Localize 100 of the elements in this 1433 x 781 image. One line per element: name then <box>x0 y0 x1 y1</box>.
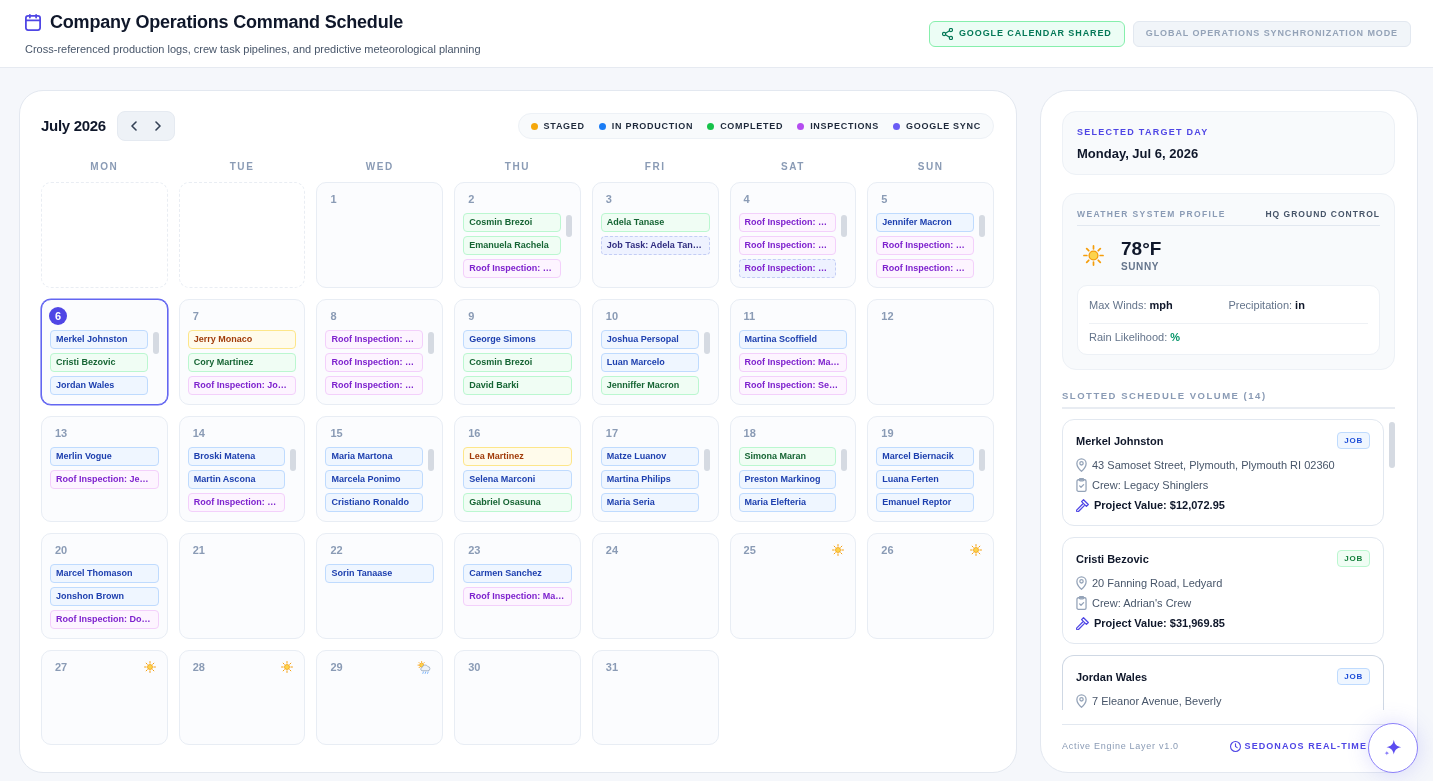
event-chip[interactable]: Preston Markinog <box>738 470 837 489</box>
event-chip[interactable]: Roof Inspection: Ma… <box>738 353 848 372</box>
scrollbar[interactable] <box>841 215 848 237</box>
event-chip[interactable]: Roof Inspection: … <box>325 330 424 349</box>
day-cell[interactable]: 22 Sorin Tanaase <box>316 533 444 639</box>
event-chip[interactable]: Maria Elefteria <box>738 493 837 512</box>
day-number: 25 <box>743 543 756 558</box>
event-chip[interactable]: Gabriel Osasuna <box>463 493 572 512</box>
scrollbar[interactable] <box>1389 422 1395 468</box>
job-card[interactable]: Jordan Wales JOB 7 Eleanor Avenue, Beverly <box>1062 655 1384 710</box>
stat-label: Rain Likelihood: <box>1089 330 1168 344</box>
event-chip[interactable]: Martina Scoffield <box>738 330 848 349</box>
day-cell[interactable]: 18 Simona Maran Preston Markinog Maria Elefteria <box>729 416 857 522</box>
event-chip[interactable]: Roof Inspection: … <box>187 493 286 512</box>
event-chip[interactable]: Jerry Monaco <box>187 330 297 349</box>
event-chip[interactable]: Marcel Biernacik <box>876 447 974 466</box>
event-chip[interactable]: Simona Maran <box>738 447 837 466</box>
event-chip[interactable]: Cory Martinez <box>187 353 297 372</box>
event-chip[interactable]: Emanuela Rachela <box>463 236 561 255</box>
event-chip[interactable]: Emanuel Reptor <box>876 493 974 512</box>
day-cell[interactable]: 6 Merkel Johnston Cristi Bezovic Jordan Wales <box>41 299 168 405</box>
event-chip[interactable]: Cristi Bezovic <box>50 353 148 372</box>
event-chip[interactable]: Jonshon Brown <box>50 587 159 606</box>
event-chip[interactable]: George Simons <box>463 330 572 349</box>
day-cell[interactable]: 17 Matze Luanov Martina Philips Maria Seria <box>591 416 719 522</box>
event-chip[interactable]: Matze Luanov <box>600 447 699 466</box>
scrollbar[interactable] <box>703 332 710 354</box>
day-cell[interactable]: 23 Carmen Sanchez Roof Inspection: Ma… <box>454 533 581 639</box>
event-chip[interactable]: Maria Martona <box>325 447 424 466</box>
event-chip[interactable]: Luan Marcelo <box>600 353 699 372</box>
day-cell[interactable]: 14 Broski Matena Martin Ascona Roof Inspection: … <box>178 416 306 522</box>
day-cell[interactable]: 10 Joshua Persopal Luan Marcelo Jenniffer Macron <box>591 299 719 405</box>
event-chip[interactable]: Roof Inspection: Do… <box>50 610 159 629</box>
event-chip[interactable]: Lea Martinez <box>463 447 572 466</box>
event-chip[interactable]: Jenniffer Macron <box>600 376 699 395</box>
event-chip[interactable]: Jordan Wales <box>50 376 148 395</box>
event-chip[interactable]: Selena Marconi <box>463 470 572 489</box>
event-chip[interactable]: Roof Inspection: Se… <box>738 376 848 395</box>
scrollbar[interactable] <box>152 332 159 354</box>
scrollbar[interactable] <box>290 449 297 471</box>
day-cell[interactable]: 7 Jerry Monaco Cory Martinez Roof Inspection: Jo… <box>178 299 306 405</box>
event-chip[interactable]: David Barki <box>463 376 572 395</box>
event-chip[interactable]: Marcel Thomason <box>50 564 159 583</box>
event-chip[interactable]: Roof Inspection: … <box>325 376 424 395</box>
day-cell[interactable]: 3 Adela Tanase Job Task: Adela Tan… <box>591 182 719 288</box>
scrollbar[interactable] <box>428 449 435 471</box>
event-chip[interactable]: Adela Tanase <box>600 213 710 232</box>
job-card[interactable]: Merkel Johnston JOB 43 Samoset Street, Plymouth, Plymouth RI 02360 Crew: Legacy Shinglers Project Value: $12,072.95 <box>1062 419 1384 526</box>
scrollbar[interactable] <box>979 449 985 471</box>
event-chip[interactable]: Cosmin Brezoi <box>463 213 561 232</box>
day-cell[interactable]: 8 Roof Inspection: … Roof Inspection: … Roof Inspection: … <box>316 299 444 405</box>
scrollbar[interactable] <box>841 449 848 471</box>
scrollbar[interactable] <box>703 449 710 471</box>
share-calendar-button[interactable]: GOOGLE CALENDAR SHARED <box>928 20 1125 47</box>
event-chip[interactable]: Roof Inspection: Ma… <box>463 587 572 606</box>
scrollbar[interactable] <box>979 215 985 237</box>
event-chip[interactable]: Marcela Ponimo <box>325 470 424 489</box>
event-chip[interactable]: Cristiano Ronaldo <box>325 493 424 512</box>
event-chip[interactable]: Roof Inspection: Je… <box>50 470 159 489</box>
event-chip[interactable]: Martina Philips <box>600 470 699 489</box>
event-chip[interactable]: Roof Inspection: … <box>738 236 837 255</box>
event-chip[interactable]: Roof Inspection: … <box>876 259 974 278</box>
event-chip[interactable]: Job Task: Adela Tan… <box>600 236 710 255</box>
day-cell[interactable]: 20 Marcel Thomason Jonshon Brown Roof Inspection: Do… <box>41 533 168 639</box>
sparkle-icon <box>1384 739 1402 757</box>
scrollbar[interactable] <box>428 332 435 354</box>
event-chip[interactable]: Roof Inspection: … <box>738 213 837 232</box>
event-chip[interactable]: Cosmin Brezoi <box>463 353 572 372</box>
event-chip[interactable]: Merkel Johnston <box>50 330 148 349</box>
event-chip[interactable]: Joshua Persopal <box>600 330 699 349</box>
event-chip[interactable]: Broski Matena <box>187 447 286 466</box>
event-chip[interactable]: Roof Inspection: Jo… <box>187 376 297 395</box>
scrollbar[interactable] <box>565 215 572 237</box>
job-card[interactable]: Cristi Bezovic JOB 20 Fanning Road, Ledyard Crew: Adrian's Crew Project Value: $31,969.85 <box>1062 537 1384 644</box>
day-number: 4 <box>743 192 750 207</box>
event-chip[interactable]: Roof Inspection: … <box>876 236 974 255</box>
day-cell[interactable]: 11 Martina Scoffield Roof Inspection: Ma… Roof Inspection: Se… <box>729 299 857 405</box>
day-cell[interactable]: 9 George Simons Cosmin Brezoi David Barki <box>454 299 581 405</box>
day-cell[interactable]: 16 Lea Martinez Selena Marconi Gabriel Osasuna <box>454 416 581 522</box>
event-chip[interactable]: Merlin Vogue <box>50 447 159 466</box>
event-chip[interactable]: Sorin Tanaase <box>325 564 435 583</box>
event-chip[interactable]: Roof Inspection: … <box>463 259 561 278</box>
day-cell[interactable]: 5 Jennifer Macron Roof Inspection: … Roof Inspection: … <box>867 182 994 288</box>
event-chip[interactable]: Jennifer Macron <box>876 213 974 232</box>
day-number: 30 <box>468 660 481 675</box>
event-chip[interactable]: Luana Ferten <box>876 470 974 489</box>
version-text: Active Engine Layer v1.0 <box>1062 740 1179 752</box>
day-cell[interactable]: 13 Merlin Vogue Roof Inspection: Je… <box>41 416 168 522</box>
day-number: 14 <box>192 426 205 441</box>
day-cell[interactable]: 19 Marcel Biernacik Luana Ferten Emanuel Reptor <box>867 416 994 522</box>
event-chip[interactable]: Roof Inspection: … <box>738 259 837 278</box>
day-cell[interactable]: 4 Roof Inspection: … Roof Inspection: … Roof Inspection: … <box>729 182 857 288</box>
job-name: Cristi Bezovic <box>1076 552 1149 566</box>
event-chip[interactable]: Maria Seria <box>600 493 699 512</box>
event-chip[interactable]: Carmen Sanchez <box>463 564 572 583</box>
day-cell[interactable]: 2 Cosmin Brezoi Emanuela Rachela Roof Inspection: … <box>454 182 581 288</box>
event-chip[interactable]: Roof Inspection: … <box>325 353 424 372</box>
event-chip[interactable]: Martin Ascona <box>187 470 286 489</box>
day-cell[interactable]: 15 Maria Martona Marcela Ponimo Cristiano Ronaldo <box>316 416 444 522</box>
day-number: 6 <box>49 307 67 325</box>
